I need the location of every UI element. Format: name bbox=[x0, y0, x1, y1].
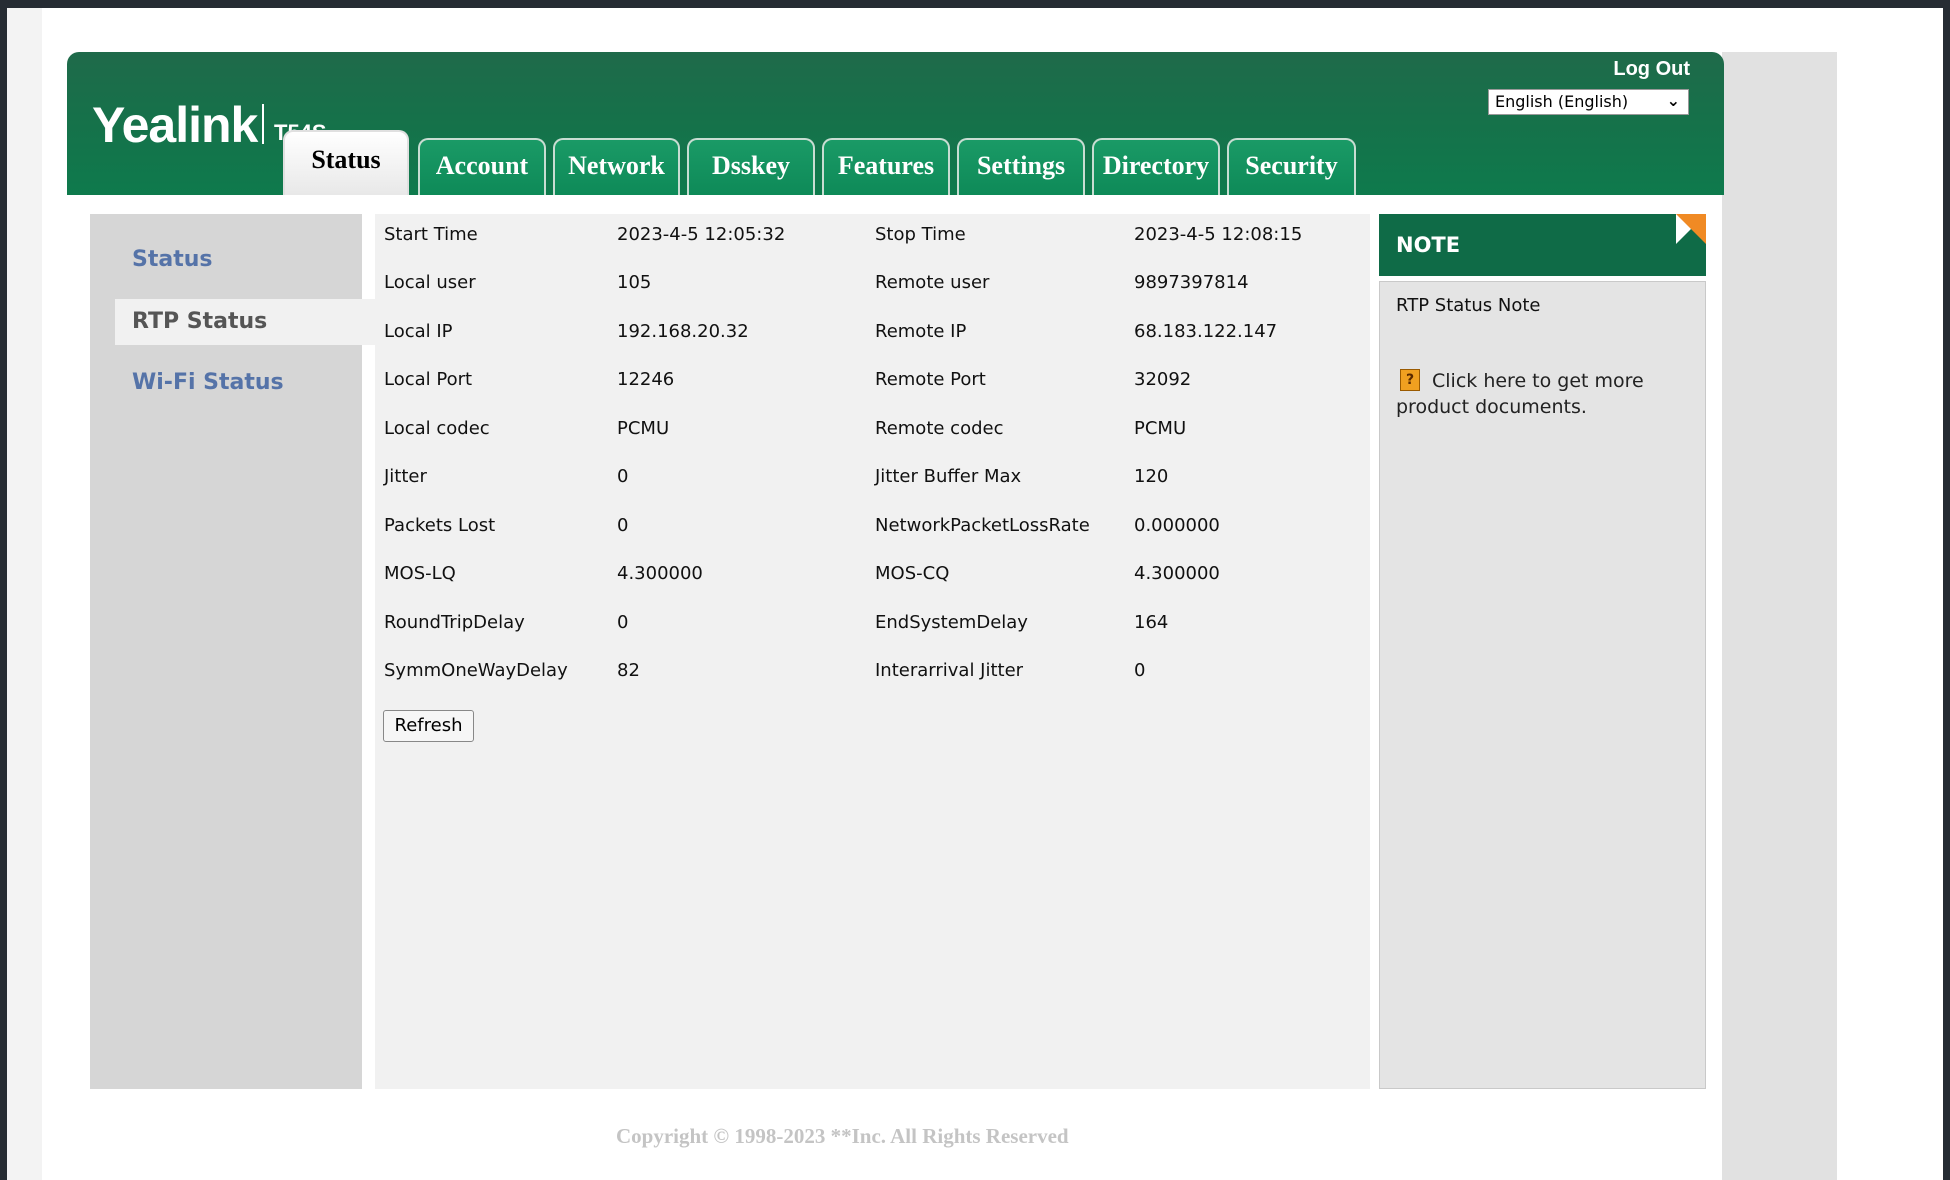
field-value: 0 bbox=[617, 466, 629, 487]
language-select[interactable]: English (English) ⌄ bbox=[1488, 89, 1689, 115]
field-value: 4.300000 bbox=[1134, 563, 1220, 584]
note-header: NOTE bbox=[1379, 214, 1706, 276]
tab-security[interactable]: Security bbox=[1227, 138, 1356, 195]
tab-settings[interactable]: Settings bbox=[957, 138, 1085, 195]
field-value: 192.168.20.32 bbox=[617, 321, 749, 342]
browser-top-bar bbox=[0, 0, 1950, 8]
tab-features[interactable]: Features bbox=[822, 138, 950, 195]
field-label: SymmOneWayDelay bbox=[384, 660, 568, 681]
refresh-button[interactable]: Refresh bbox=[383, 710, 474, 742]
field-label: Local Port bbox=[384, 369, 473, 390]
field-label: Start Time bbox=[384, 224, 478, 245]
field-label: Stop Time bbox=[875, 224, 966, 245]
field-label: NetworkPacketLossRate bbox=[875, 515, 1090, 536]
logo-separator bbox=[262, 104, 264, 144]
sidebar-item-rtp-status[interactable]: RTP Status bbox=[115, 299, 377, 345]
tab-account[interactable]: Account bbox=[418, 138, 546, 195]
field-value: 4.300000 bbox=[617, 563, 703, 584]
tab-directory[interactable]: Directory bbox=[1092, 138, 1220, 195]
browser-left-edge bbox=[0, 0, 42, 1180]
product-documents-link[interactable]: Click here to get more product documents… bbox=[1396, 368, 1676, 420]
table-row: MOS-LQ 4.300000 MOS-CQ 4.300000 bbox=[375, 553, 1370, 593]
field-label: Remote codec bbox=[875, 418, 1004, 439]
field-value: PCMU bbox=[617, 418, 670, 439]
field-value: 9897397814 bbox=[1134, 272, 1249, 293]
field-label: EndSystemDelay bbox=[875, 612, 1028, 633]
field-value: 105 bbox=[617, 272, 652, 293]
browser-right-edge bbox=[1943, 0, 1950, 1180]
field-label: MOS-CQ bbox=[875, 563, 950, 584]
field-value: 0 bbox=[617, 515, 629, 536]
table-row: Local codec PCMU Remote codec PCMU bbox=[375, 408, 1370, 448]
chevron-down-icon: ⌄ bbox=[1666, 91, 1680, 110]
table-row: Local Port 12246 Remote Port 32092 bbox=[375, 359, 1370, 399]
field-value: 0 bbox=[1134, 660, 1146, 681]
field-value: 164 bbox=[1134, 612, 1169, 633]
field-value: 2023-4-5 12:05:32 bbox=[617, 224, 786, 245]
rtp-status-panel: Start Time 2023-4-5 12:05:32 Stop Time 2… bbox=[375, 214, 1370, 1089]
header-bar: Yealink T54S Log Out English (English) ⌄… bbox=[67, 52, 1724, 195]
field-label: Local IP bbox=[384, 321, 453, 342]
note-corner-icon bbox=[1676, 214, 1706, 244]
logout-link[interactable]: Log Out bbox=[1613, 58, 1690, 81]
note-title: RTP Status Note bbox=[1396, 295, 1541, 316]
table-row: Local IP 192.168.20.32 Remote IP 68.183.… bbox=[375, 311, 1370, 351]
field-value: 120 bbox=[1134, 466, 1169, 487]
sidebar-item-status[interactable]: Status bbox=[90, 237, 362, 283]
field-value: 0.000000 bbox=[1134, 515, 1220, 536]
table-row: Packets Lost 0 NetworkPacketLossRate 0.0… bbox=[375, 505, 1370, 545]
language-select-value: English (English) bbox=[1495, 92, 1629, 111]
field-label: RoundTripDelay bbox=[384, 612, 525, 633]
table-row: SymmOneWayDelay 82 Interarrival Jitter 0 bbox=[375, 650, 1370, 690]
field-label: Local user bbox=[384, 272, 476, 293]
brand-logo: Yealink bbox=[92, 97, 258, 153]
table-row: Jitter 0 Jitter Buffer Max 120 bbox=[375, 456, 1370, 496]
field-label: Jitter Buffer Max bbox=[875, 466, 1022, 487]
field-label: Remote Port bbox=[875, 369, 986, 390]
field-label: Local codec bbox=[384, 418, 490, 439]
table-row: Local user 105 Remote user 9897397814 bbox=[375, 262, 1370, 302]
field-label: Interarrival Jitter bbox=[875, 660, 1024, 681]
field-label: MOS-LQ bbox=[384, 563, 456, 584]
note-heading: NOTE bbox=[1396, 233, 1461, 257]
field-label: Remote IP bbox=[875, 321, 967, 342]
field-value: 82 bbox=[617, 660, 640, 681]
field-value: PCMU bbox=[1134, 418, 1187, 439]
tab-status[interactable]: Status bbox=[283, 130, 409, 195]
field-label: Jitter bbox=[384, 466, 427, 487]
field-value: 12246 bbox=[617, 369, 675, 390]
field-label: Remote user bbox=[875, 272, 990, 293]
field-label: Packets Lost bbox=[384, 515, 496, 536]
field-value: 68.183.122.147 bbox=[1134, 321, 1278, 342]
table-row: Start Time 2023-4-5 12:05:32 Stop Time 2… bbox=[375, 214, 1370, 254]
field-value: 0 bbox=[617, 612, 629, 633]
note-panel: RTP Status Note Click here to get more p… bbox=[1379, 281, 1706, 1089]
field-value: 32092 bbox=[1134, 369, 1192, 390]
field-value: 2023-4-5 12:08:15 bbox=[1134, 224, 1303, 245]
tab-dsskey[interactable]: Dsskey bbox=[687, 138, 815, 195]
table-row: RoundTripDelay 0 EndSystemDelay 164 bbox=[375, 602, 1370, 642]
page-right-gutter bbox=[1722, 52, 1837, 1180]
help-book-icon[interactable]: ? bbox=[1400, 369, 1420, 391]
tab-network[interactable]: Network bbox=[553, 138, 680, 195]
copyright-footer: Copyright © 1998-2023 **Inc. All Rights … bbox=[616, 1124, 1069, 1148]
sidebar-item-wifi-status[interactable]: Wi-Fi Status bbox=[90, 360, 362, 406]
sidebar: Status RTP Status Wi-Fi Status bbox=[90, 214, 377, 1089]
